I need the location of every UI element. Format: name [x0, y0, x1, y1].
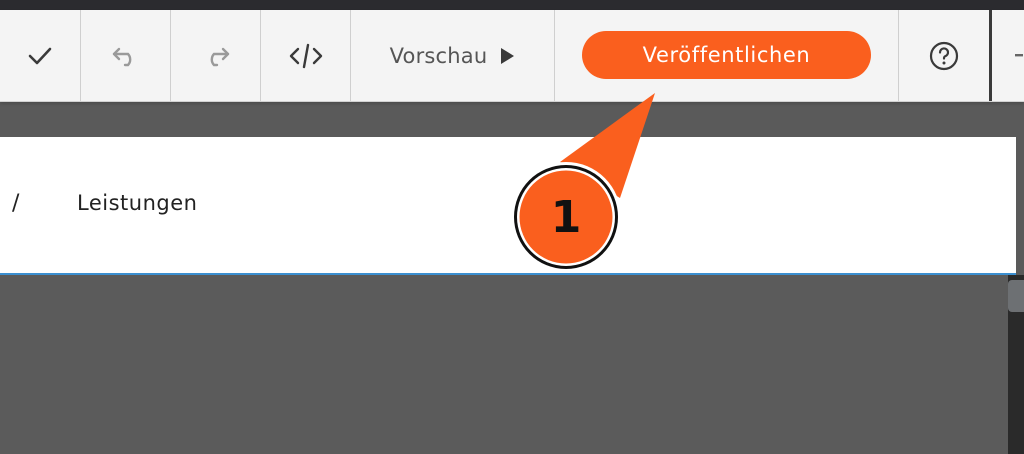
preview-label: Vorschau: [389, 43, 488, 68]
editor-toolbar: Vorschau Veröffentlichen: [0, 10, 1024, 102]
annotation-step-number: 1: [550, 191, 582, 243]
code-icon: [289, 43, 322, 68]
redo-icon: [210, 47, 229, 66]
breadcrumb: / Leistungen: [0, 137, 1016, 275]
toolbar-divider: [554, 10, 555, 101]
window-top-bar: [0, 0, 1024, 10]
code-view-button[interactable]: [261, 10, 350, 101]
save-check-button[interactable]: [0, 10, 80, 101]
check-icon: [28, 47, 52, 64]
more-icon: [1015, 53, 1023, 56]
toolbar-divider: [989, 10, 992, 101]
play-icon: [501, 47, 515, 64]
help-icon: [929, 41, 959, 70]
breadcrumb-separator: /: [12, 191, 20, 216]
publish-button[interactable]: Veröffentlichen: [582, 31, 871, 79]
undo-button[interactable]: [81, 10, 170, 101]
redo-button[interactable]: [171, 10, 260, 101]
breadcrumb-current-page[interactable]: Leistungen: [77, 191, 197, 215]
scrollbar-handle[interactable]: [1008, 280, 1024, 312]
undo-icon: [112, 47, 131, 66]
page-canvas: [0, 275, 1008, 454]
more-button[interactable]: [993, 10, 1024, 101]
help-button[interactable]: [899, 10, 989, 101]
preview-button[interactable]: Vorschau: [351, 10, 554, 101]
